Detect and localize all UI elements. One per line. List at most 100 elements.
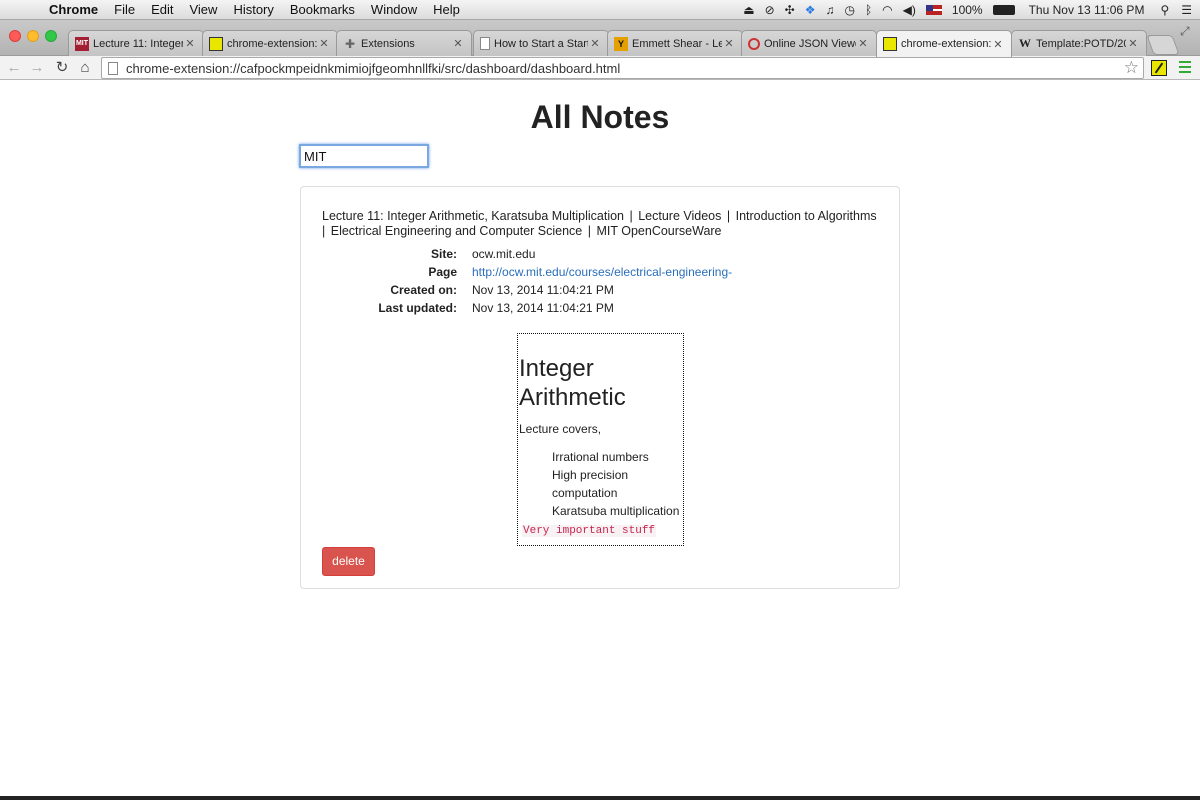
- reload-icon[interactable]: ↻: [52, 56, 72, 80]
- note-intro: Lecture covers,: [519, 422, 602, 436]
- close-icon[interactable]: ✕: [722, 37, 736, 50]
- extension-note-icon: [209, 36, 223, 51]
- page-title: All Notes: [530, 99, 670, 135]
- document-icon: [480, 37, 490, 50]
- delete-button[interactable]: delete: [322, 547, 375, 576]
- tab-title: chrome-extension:/: [227, 37, 317, 50]
- close-icon[interactable]: ✕: [856, 37, 870, 50]
- menu-file[interactable]: File: [114, 2, 135, 17]
- list-item: Irrational numbers: [552, 450, 649, 464]
- meta-label: Last updated:: [378, 301, 457, 315]
- notification-center-icon[interactable]: ☰: [1181, 3, 1192, 17]
- sync-icon[interactable]: ⊘: [765, 3, 775, 17]
- tab-template-potd[interactable]: W Template:POTD/201 ✕: [1011, 30, 1147, 56]
- note-title: Lecture 11: Integer Arithmetic, Karatsub…: [322, 209, 877, 238]
- dropbox-icon[interactable]: ❖: [805, 3, 816, 17]
- pinwheel-icon[interactable]: ✣: [785, 3, 795, 17]
- menu-edit[interactable]: Edit: [151, 2, 173, 17]
- tab-title: Extensions: [361, 37, 415, 50]
- window-close-button[interactable]: [9, 30, 21, 42]
- tab-chrome-extension-1[interactable]: chrome-extension:/ ✕: [202, 30, 338, 56]
- search-input[interactable]: [299, 144, 429, 168]
- tab-chrome-extension-active[interactable]: chrome-extension:/ ✕: [876, 30, 1012, 57]
- note-title-part: Lecture Videos: [638, 209, 722, 223]
- tab-title: Template:POTD/201: [1036, 37, 1126, 50]
- upload-icon[interactable]: ⏏: [743, 3, 754, 17]
- address-bar-url[interactable]: chrome-extension://cafpockmpeidnkmimiojf…: [126, 61, 1124, 76]
- tab-title: How to Start a Startu: [494, 37, 588, 50]
- note-heading: Integer Arithmetic: [519, 355, 626, 411]
- meta-label: Page: [428, 265, 457, 279]
- tab-online-json-viewer[interactable]: Online JSON Viewer ✕: [741, 30, 877, 56]
- ring-icon: [748, 37, 760, 50]
- meta-label: Site:: [430, 247, 457, 261]
- wikipedia-icon: W: [1019, 36, 1031, 50]
- chrome-menu-icon[interactable]: [1179, 61, 1191, 75]
- wifi-icon[interactable]: ◠: [882, 3, 892, 17]
- list-item: Karatsuba multiplication: [552, 504, 680, 518]
- tab-title: chrome-extension:/: [901, 38, 991, 50]
- forward-arrow-icon[interactable]: →: [27, 56, 47, 80]
- window-minimize-button[interactable]: [27, 30, 39, 42]
- tab-strip: MIT Lecture 11: Integer A ✕ chrome-exten…: [0, 20, 1200, 57]
- meta-value: Nov 13, 2014 11:04:21 PM: [472, 301, 614, 315]
- meta-row-created: Created on: Nov 13, 2014 11:04:21 PM: [301, 281, 901, 299]
- bookmark-star-icon[interactable]: ☆: [1124, 58, 1139, 78]
- list-item: High precision computation: [552, 468, 629, 500]
- close-icon[interactable]: ✕: [183, 37, 197, 50]
- menu-window[interactable]: Window: [371, 2, 417, 17]
- new-tab-button[interactable]: [1146, 35, 1180, 55]
- status-area: ⏏ ⊘ ✣ ❖ ♫ ◷ ᛒ ◠ ◀) 100% Thu Nov 13 11:06…: [733, 0, 1192, 20]
- spotlight-icon[interactable]: ⚲: [1160, 3, 1169, 17]
- puzzle-icon: ✚: [344, 36, 356, 51]
- tab-how-to-start-a-startup[interactable]: How to Start a Startu ✕: [473, 30, 609, 56]
- meta-value: Nov 13, 2014 11:04:21 PM: [472, 283, 614, 297]
- meta-label: Created on:: [390, 283, 457, 297]
- meta-value: ocw.mit.edu: [472, 247, 536, 261]
- window-zoom-button[interactable]: [45, 30, 57, 42]
- note-title-part: Introduction to Algorithms: [735, 209, 877, 223]
- time-machine-icon[interactable]: ◷: [844, 3, 854, 17]
- browser-toolbar: ← → ↻ ⌂ chrome-extension://cafpockmpeidn…: [0, 56, 1200, 80]
- tab-lecture-11[interactable]: MIT Lecture 11: Integer A ✕: [68, 30, 204, 56]
- music-icon[interactable]: ♫: [825, 3, 834, 17]
- close-icon[interactable]: ✕: [317, 37, 331, 50]
- note-title-part: MIT OpenCourseWare: [596, 224, 722, 238]
- note-title-part: Electrical Engineering and Computer Scie…: [330, 224, 583, 238]
- menu-app-chrome[interactable]: Chrome: [49, 2, 98, 17]
- tab-emmett-shear[interactable]: Y Emmett Shear - Lect ✕: [607, 30, 743, 56]
- tab-title: Lecture 11: Integer A: [93, 37, 183, 50]
- tab-title: Emmett Shear - Lect: [632, 37, 722, 50]
- page-link[interactable]: http://ocw.mit.edu/courses/electrical-en…: [472, 263, 732, 281]
- input-source-flag-icon[interactable]: [925, 5, 942, 15]
- address-bar[interactable]: chrome-extension://cafpockmpeidnkmimiojf…: [101, 57, 1144, 79]
- menu-bookmarks[interactable]: Bookmarks: [290, 2, 355, 17]
- home-icon[interactable]: ⌂: [75, 56, 95, 80]
- fullscreen-icon[interactable]: ⤢: [1180, 24, 1190, 39]
- note-card: Lecture 11: Integer Arithmetic, Karatsub…: [300, 186, 900, 589]
- close-icon[interactable]: ✕: [588, 37, 602, 50]
- tab-extensions[interactable]: ✚ Extensions ✕: [336, 30, 472, 56]
- menu-help[interactable]: Help: [433, 2, 460, 17]
- macos-menu-bar: Chrome File Edit View History Bookmarks …: [0, 0, 1200, 20]
- back-arrow-icon[interactable]: ←: [4, 56, 24, 80]
- dock-edge: [0, 796, 1200, 800]
- page-content: All Notes Lecture 11: Integer Arithmetic…: [0, 81, 1200, 796]
- meta-row-page: Page http://ocw.mit.edu/courses/electric…: [301, 263, 901, 281]
- extension-note-icon: [883, 37, 897, 51]
- extension-note-icon[interactable]: [1151, 60, 1167, 76]
- battery-percent[interactable]: 100%: [952, 3, 983, 17]
- clock[interactable]: Thu Nov 13 11:06 PM: [1029, 3, 1145, 17]
- meta-row-updated: Last updated: Nov 13, 2014 11:04:21 PM: [301, 299, 901, 317]
- close-icon[interactable]: ✕: [991, 38, 1005, 51]
- menu-view[interactable]: View: [189, 2, 217, 17]
- battery-icon[interactable]: [992, 5, 1015, 15]
- close-icon[interactable]: ✕: [451, 37, 465, 50]
- close-icon[interactable]: ✕: [1126, 37, 1140, 50]
- note-title-part: Lecture 11: Integer Arithmetic, Karatsub…: [322, 209, 625, 223]
- volume-icon[interactable]: ◀): [903, 3, 916, 17]
- page-icon: [108, 61, 118, 75]
- menu-history[interactable]: History: [233, 2, 273, 17]
- note-body[interactable]: Integer Arithmetic Lecture covers, Irrat…: [517, 333, 684, 546]
- bluetooth-icon[interactable]: ᛒ: [865, 3, 872, 17]
